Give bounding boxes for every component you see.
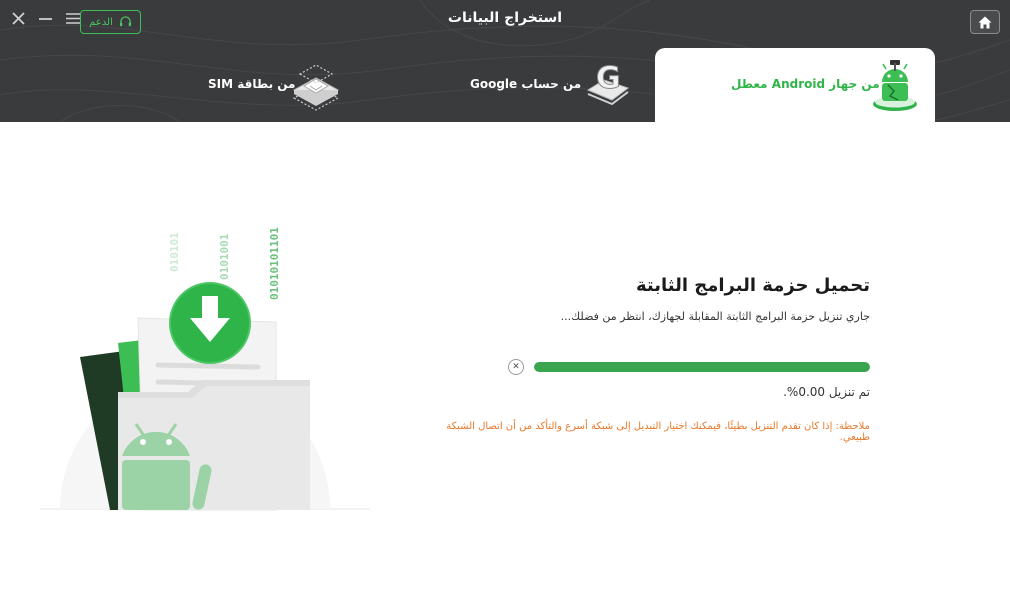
- tab-broken-android-label: من جهاز Android معطل: [731, 77, 880, 91]
- close-icon: ✕: [512, 362, 520, 372]
- svg-text:G: G: [596, 61, 621, 96]
- google-account-icon: G: [586, 61, 630, 106]
- binary-string-2: 0101001: [218, 233, 231, 280]
- firmware-download-illustration: 010101 0101001 01010101101: [40, 220, 380, 515]
- tab-google-account[interactable]: من حساب Google G: [460, 48, 640, 122]
- tab-sim-card-label: من بطاقة SIM: [208, 77, 296, 91]
- page-heading: تحميل حزمة البرامج الثابتة: [635, 275, 870, 296]
- app-title: استخراج البيانات: [447, 10, 563, 26]
- binary-string-1: 010101: [168, 232, 181, 272]
- cancel-download-button[interactable]: ✕: [508, 359, 524, 375]
- home-button[interactable]: [970, 10, 1000, 34]
- sim-card-icon: [292, 64, 340, 111]
- download-status-description: جاري تنزيل حزمة البرامج الثابتة المقابلة…: [560, 310, 870, 323]
- firmware-download-panel: تحميل حزمة البرامج الثابتة جاري تنزيل حز…: [440, 275, 870, 443]
- tab-sim-card[interactable]: من بطاقة SIM: [200, 48, 350, 122]
- home-icon: [978, 16, 992, 28]
- title-bar: الدعم استخراج البيانات من جهاز Android م…: [0, 0, 1010, 122]
- tab-broken-android[interactable]: من جهاز Android معطل: [655, 48, 935, 122]
- download-progress-fill: [534, 362, 870, 372]
- download-progress-bar: [534, 362, 870, 372]
- download-folder-graphic: 010101 0101001 01010101101: [40, 227, 370, 511]
- binary-string-3: 01010101101: [268, 227, 281, 300]
- slow-download-note: ملاحظة: إذا كان تقدم التنزيل بطيئًا، فيم…: [446, 421, 870, 443]
- download-progress-text: تم تنزيل 0.00%.: [783, 385, 870, 399]
- tab-google-account-label: من حساب Google: [470, 77, 582, 91]
- download-progress-row: ✕: [440, 359, 870, 377]
- android-repair-icon: [873, 60, 917, 111]
